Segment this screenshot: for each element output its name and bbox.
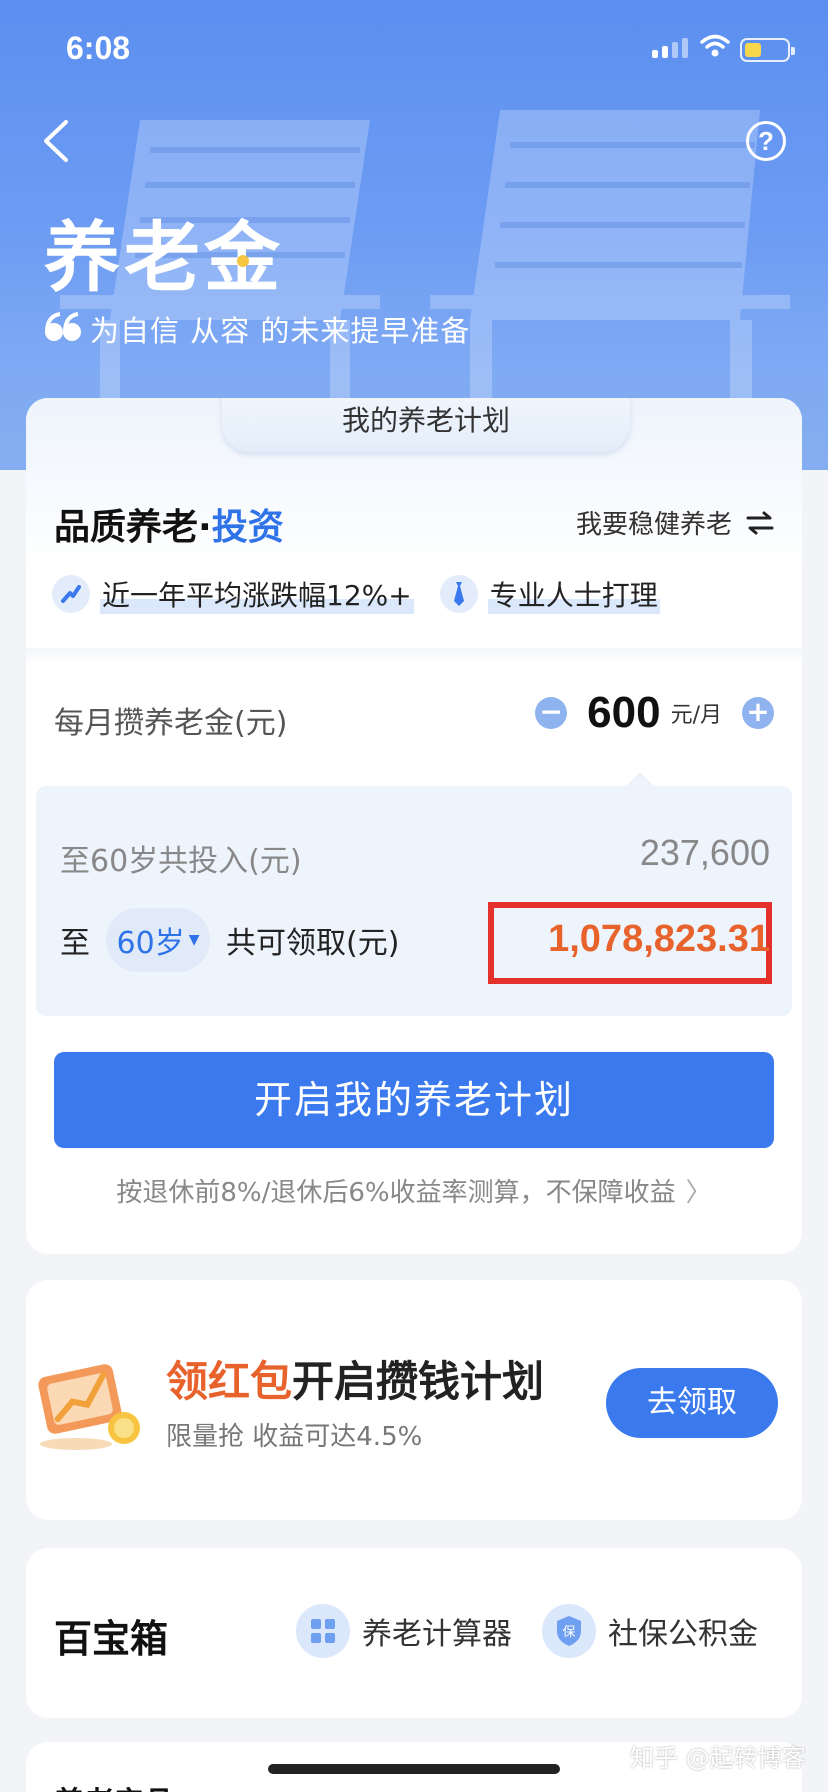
switch-plan-button[interactable]: 我要稳健养老 <box>576 504 774 541</box>
monthly-amount-stepper: − 600 元/月 + <box>535 688 774 738</box>
feature-item: 近一年平均涨跌幅12%+ <box>52 574 414 614</box>
promo-subtitle: 限量抢 收益可达4.5% <box>166 1422 423 1452</box>
total-receive-value: 1,078,823.31 <box>548 918 770 960</box>
section-divider <box>26 648 802 664</box>
promo-title: 领红包开启攒钱计划 <box>166 1348 544 1409</box>
monthly-amount-unit: 元/月 <box>670 703 722 728</box>
switch-plan-label: 我要稳健养老 <box>575 510 732 540</box>
claim-button[interactable]: 去领取 <box>606 1368 778 1438</box>
red-packet-illustration-icon <box>38 1364 140 1450</box>
monthly-amount-value[interactable]: 600 <box>587 688 660 738</box>
pointer-arrow <box>626 772 654 786</box>
receive-label: 共可领取(元) <box>226 926 400 961</box>
home-indicator[interactable] <box>268 1764 560 1774</box>
status-bar: 6:08 <box>0 0 828 100</box>
swap-arrows-icon <box>746 511 774 534</box>
tool-label: 社保公积金 <box>608 1617 758 1652</box>
feature-list: 近一年平均涨跌幅12%+ 专业人士打理 <box>52 574 660 614</box>
tool-social-security[interactable]: 保 社保公积金 <box>542 1604 758 1658</box>
monthly-amount-label: 每月攒养老金(元) <box>54 706 288 741</box>
section-title: 养老产品 <box>54 1778 174 1792</box>
grid-icon <box>296 1604 350 1658</box>
promo-title-highlight: 领红包 <box>166 1357 293 1406</box>
back-arrow-icon[interactable] <box>40 118 74 164</box>
feature-text: 专业人士打理 <box>487 574 660 614</box>
tool-label: 养老计算器 <box>362 1617 512 1652</box>
title-dot-decoration <box>237 255 249 267</box>
quote-icon <box>45 312 81 341</box>
increase-button[interactable]: + <box>742 697 774 729</box>
promo-title-rest: 开启攒钱计划 <box>292 1357 545 1406</box>
hero-slogan: 为自信 从容 的未来提早准备 <box>90 314 471 348</box>
pension-plan-card: 我的养老计划 品质养老·投资 我要稳健养老 近一年平均涨跌幅12%+ 专业人士打… <box>26 398 802 1254</box>
yield-disclaimer-link[interactable]: 按退休前8%/退休后6%收益率测算，不保障收益〉 <box>26 1172 802 1209</box>
plan-type-title: 品质养老·投资 <box>54 498 284 550</box>
wifi-icon <box>700 34 730 57</box>
plan-type-accent: 投资 <box>211 507 284 548</box>
feature-text: 近一年平均涨跌幅12%+ <box>100 574 414 614</box>
retire-age-value: 60岁 <box>116 926 185 961</box>
start-plan-button[interactable]: 开启我的养老计划 <box>54 1052 774 1148</box>
help-icon[interactable]: ? <box>746 121 786 161</box>
plan-type-prefix: 品质养老 <box>54 507 199 548</box>
red-packet-promo-card[interactable]: 领红包开启攒钱计划 限量抢 收益可达4.5% 去领取 <box>26 1280 802 1520</box>
tie-icon <box>439 575 478 613</box>
calculation-box: 至60岁共投入(元) 237,600 至 60岁 ▼ 共可领取(元) 1,078,… <box>36 772 792 1016</box>
shield-icon: 保 <box>542 1604 596 1658</box>
plan-tab-label: 我的养老计划 <box>222 398 630 452</box>
total-invest-value: 237,600 <box>639 832 770 873</box>
caret-down-icon: ▼ <box>188 932 200 948</box>
plan-type-dot: · <box>198 507 212 548</box>
cellular-signal-icon <box>652 38 688 58</box>
toolbox-card: 百宝箱 养老计算器 保 社保公积金 <box>26 1548 802 1718</box>
battery-icon <box>740 38 795 62</box>
total-invest-label: 至60岁共投入(元) <box>60 844 302 879</box>
receive-prefix: 至 <box>60 926 90 961</box>
status-time: 6:08 <box>66 30 131 66</box>
decrease-button[interactable]: − <box>535 697 568 729</box>
shield-icon-text: 保 <box>562 1625 575 1640</box>
chevron-right-icon: 〉 <box>685 1178 712 1208</box>
receive-row: 至 60岁 ▼ 共可领取(元) <box>60 908 399 972</box>
trend-icon <box>52 575 90 613</box>
watermark: 知乎 @起转博客 <box>630 1744 806 1772</box>
page-title: 养老金 <box>44 213 284 302</box>
toolbox-title: 百宝箱 <box>54 1617 169 1661</box>
tool-pension-calculator[interactable]: 养老计算器 <box>296 1604 512 1658</box>
retire-age-dropdown[interactable]: 60岁 ▼ <box>106 908 210 972</box>
disclaimer-text: 按退休前8%/退休后6%收益率测算，不保障收益 <box>116 1178 676 1208</box>
feature-item: 专业人士打理 <box>439 574 660 614</box>
